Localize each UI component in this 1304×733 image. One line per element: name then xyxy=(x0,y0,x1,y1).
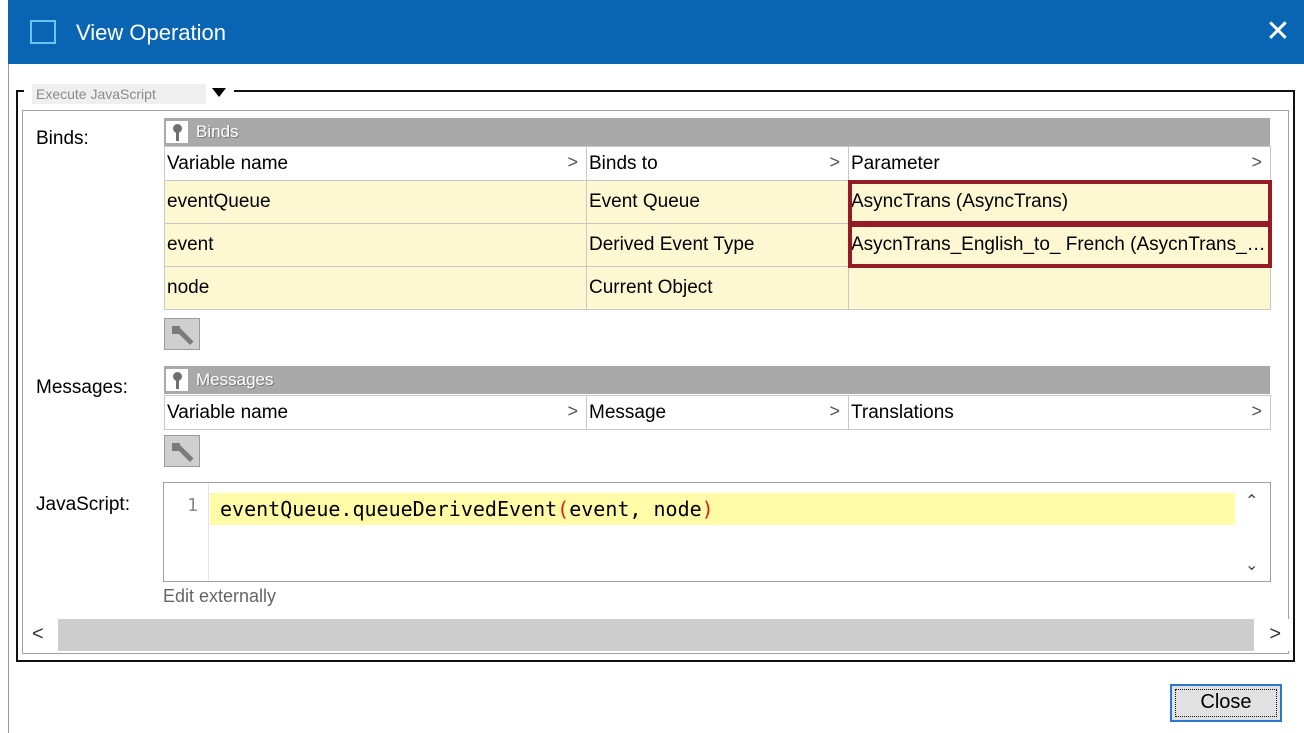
javascript-editor[interactable]: 1 eventQueue.queueDerivedEvent(event, no… xyxy=(163,482,1271,582)
messages-label: Messages: xyxy=(36,377,128,398)
messages-section-title: Messages xyxy=(196,370,274,389)
table-row[interactable]: node Current Object xyxy=(164,266,1271,310)
table-row[interactable]: event Derived Event Type AsycnTrans_Engl… xyxy=(164,222,1272,268)
editor-vertical-scrollbar[interactable]: ⌃ ⌄ xyxy=(1236,483,1270,581)
line-number: 1 xyxy=(187,495,198,516)
cell-binds-to[interactable]: Event Queue xyxy=(586,180,849,224)
dropdown-arrow-icon[interactable] xyxy=(212,88,226,97)
binds-section-title: Binds xyxy=(196,122,239,141)
edit-binds-button[interactable] xyxy=(164,318,200,350)
chevron-right-icon: > xyxy=(567,152,578,172)
messages-section-header: Messages xyxy=(164,366,1270,394)
binds-section-header: Binds xyxy=(164,118,1270,146)
close-button[interactable]: Close xyxy=(1170,684,1282,722)
cell-variable[interactable]: node xyxy=(164,266,587,310)
operation-type-value: Execute JavaScript xyxy=(32,84,206,104)
edit-pencil-icon xyxy=(174,325,194,346)
column-header-parameter[interactable]: Parameter > xyxy=(848,146,1271,181)
column-header-variable-name[interactable]: Variable name > xyxy=(164,395,587,430)
javascript-label: JavaScript: xyxy=(36,494,130,515)
code-line[interactable]: eventQueue.queueDerivedEvent(event, node… xyxy=(210,493,1235,525)
chevron-right-icon: > xyxy=(829,401,840,421)
window-title: View Operation xyxy=(76,20,227,45)
scroll-right-icon[interactable]: > xyxy=(1269,623,1281,646)
chevron-right-icon: > xyxy=(1251,401,1262,421)
cell-variable[interactable]: eventQueue xyxy=(164,180,587,224)
column-header-message[interactable]: Message > xyxy=(586,395,849,430)
window-close-icon[interactable]: ✕ xyxy=(1260,14,1296,50)
pin-icon[interactable] xyxy=(166,121,188,143)
scroll-down-icon[interactable]: ⌄ xyxy=(1245,555,1258,575)
cell-binds-to[interactable]: Derived Event Type xyxy=(586,223,849,267)
pin-icon[interactable] xyxy=(166,369,188,391)
binds-header-row: Variable name > Binds to > Parameter > xyxy=(164,146,1271,181)
window-icon xyxy=(30,20,56,44)
table-row[interactable]: eventQueue Event Queue AsyncTrans (Async… xyxy=(164,179,1272,225)
messages-table: Variable name > Message > Translations > xyxy=(164,395,1271,430)
edit-externally-link[interactable]: Edit externally xyxy=(163,586,276,607)
line-gutter: 1 xyxy=(164,483,209,581)
cell-binds-to[interactable]: Current Object xyxy=(586,266,849,310)
scroll-up-icon[interactable]: ⌃ xyxy=(1245,491,1258,511)
binds-label: Binds: xyxy=(36,128,89,149)
window-border xyxy=(8,64,9,733)
column-header-binds-to[interactable]: Binds to > xyxy=(586,146,849,181)
edit-pencil-icon xyxy=(174,442,194,463)
cell-parameter[interactable]: AsyncTrans (AsyncTrans) xyxy=(847,179,1272,225)
operation-type-selector[interactable]: Execute JavaScript xyxy=(24,80,234,104)
cell-variable[interactable]: event xyxy=(164,223,587,267)
chevron-right-icon: > xyxy=(1251,152,1262,172)
column-header-variable-name[interactable]: Variable name > xyxy=(164,146,587,181)
column-header-translations[interactable]: Translations > xyxy=(848,395,1271,430)
chevron-right-icon: > xyxy=(567,401,578,421)
cell-parameter[interactable] xyxy=(848,266,1271,310)
title-bar: View Operation ✕ xyxy=(8,0,1304,64)
horizontal-scrollbar[interactable]: < > xyxy=(24,619,1289,651)
chevron-right-icon: > xyxy=(829,152,840,172)
scroll-left-icon[interactable]: < xyxy=(32,623,44,646)
binds-table: Variable name > Binds to > Parameter > even… xyxy=(164,146,1272,310)
messages-header-row: Variable name > Message > Translations > xyxy=(164,395,1271,430)
edit-messages-button[interactable] xyxy=(164,435,200,467)
cell-parameter[interactable]: AsycnTrans_English_to_ French (AsycnTran… xyxy=(847,222,1272,268)
scrollbar-thumb[interactable] xyxy=(58,619,1254,651)
